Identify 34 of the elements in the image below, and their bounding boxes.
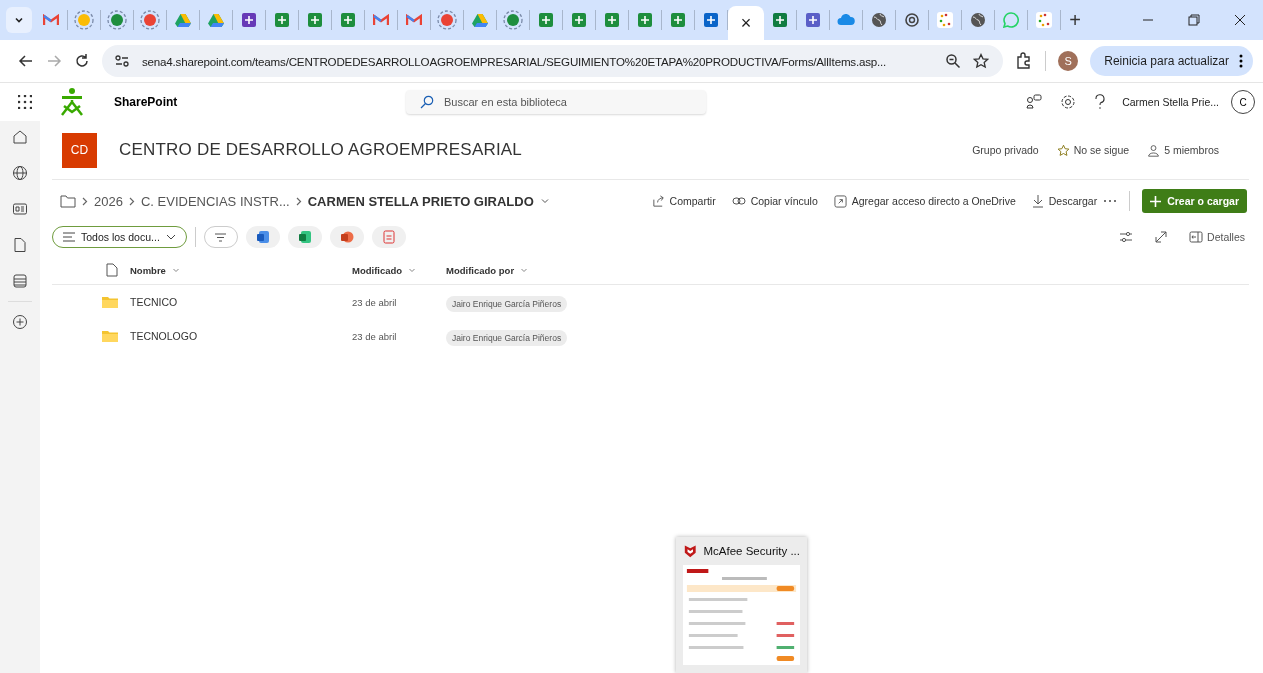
file-name-link[interactable]: TECNOLOGO	[130, 330, 352, 342]
column-header[interactable]: Modificado por	[446, 264, 529, 276]
modified-date: 23 de abril	[352, 330, 398, 342]
breadcrumb-item[interactable]: CARMEN STELLA PRIETO GIRALDO	[307, 193, 534, 209]
file-name-link[interactable]: TECNICO	[130, 296, 352, 308]
follow-button[interactable]: No se sigue	[1056, 143, 1130, 157]
members-button[interactable]: 5 miembros	[1147, 143, 1219, 157]
privacy-label: Grupo privado	[972, 144, 1039, 156]
details-button[interactable]: Detalles	[1189, 231, 1245, 243]
person-chip[interactable]: Jairo Enrique García Piñeros	[446, 330, 568, 346]
update-button[interactable]: Reinicia para actualizar	[1090, 46, 1253, 76]
site-logo[interactable]: CD	[62, 132, 97, 168]
command-button[interactable]: Descargar	[1031, 194, 1098, 208]
preview-title: McAfee Security ...	[703, 545, 800, 557]
breadcrumb-item[interactable]: C. EVIDENCIAS INSTR...	[140, 193, 290, 209]
modified-date: 23 de abril	[352, 296, 398, 308]
address-bar[interactable]: sena4.sharepoint.com/teams/CENTRODEDESARROLLOAGROEMPRESARIAL/SEGUIMIENTO%20ETAPA%20PRODUCTIVA/Forms/AllItems.asp...	[102, 45, 1004, 77]
command-button[interactable]: Compartir	[651, 194, 716, 208]
person-chip[interactable]: Jairo Enrique García Piñeros	[446, 296, 568, 312]
profile-avatar[interactable]: S	[1058, 51, 1079, 71]
create-button[interactable]: Crear o cargar	[1142, 189, 1247, 213]
column-header[interactable]: Nombre	[130, 264, 352, 276]
command-button[interactable]: Agregar acceso directo a OneDrive	[833, 194, 1016, 208]
new-tab-button[interactable]: +	[1061, 8, 1089, 32]
search-field[interactable]: Buscar en esta biblioteca	[406, 90, 706, 114]
user-name[interactable]: Carmen Stella Prie...	[1122, 96, 1219, 108]
breadcrumb-item[interactable]: 2026	[94, 193, 123, 209]
window-preview[interactable]: McAfee Security ...	[676, 537, 807, 673]
browser-tab[interactable]: ×	[728, 6, 764, 40]
column-header[interactable]: Modificado	[352, 264, 446, 276]
url-text: sena4.sharepoint.com/teams/CENTRODEDESARROLLOAGROEMPRESARIAL/SEGUIMIENTO%20ETAPA%20PRODUCTIVA/Forms/AllItems.asp...	[142, 54, 888, 68]
site-title[interactable]: CENTRO DE DESARROLLO AGROEMPRESARIAL	[119, 140, 522, 160]
command-button[interactable]: Copiar vínculo	[731, 195, 818, 207]
app-name[interactable]: SharePoint	[114, 95, 394, 109]
